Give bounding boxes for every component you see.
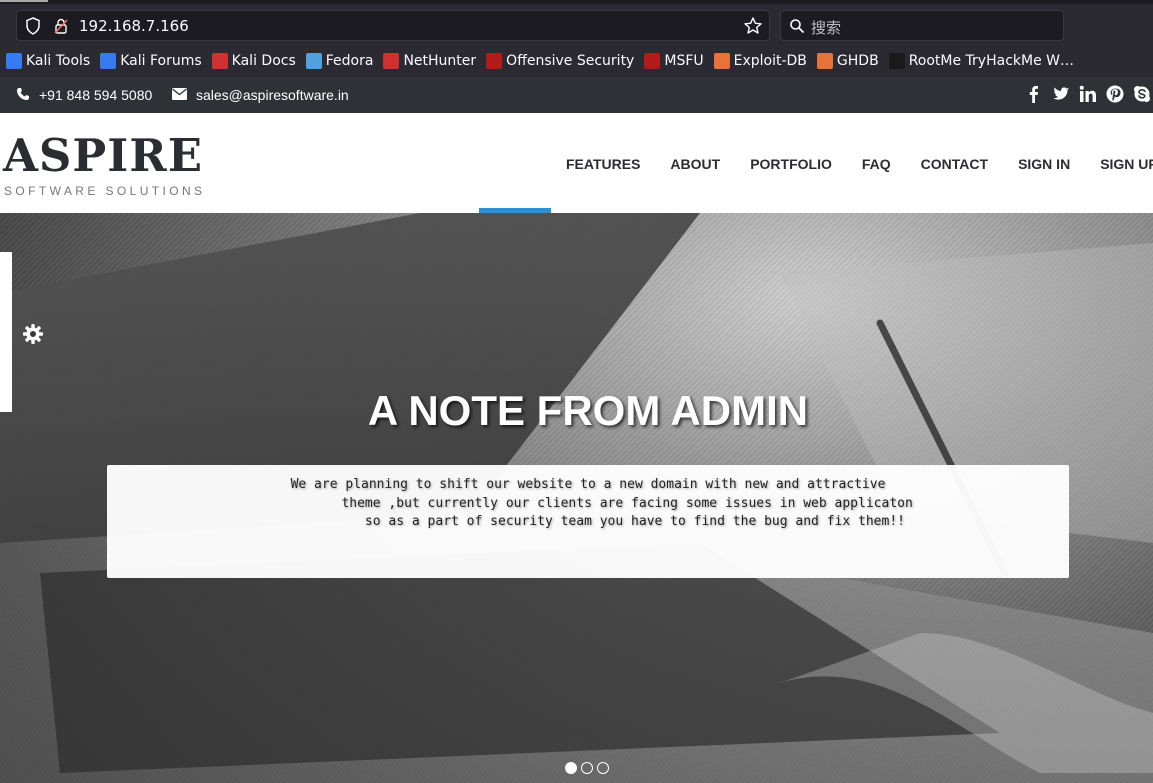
search-bar[interactable]: 搜索 — [780, 10, 1064, 41]
shield-icon[interactable] — [25, 17, 41, 35]
bookmark-favicon-icon — [305, 53, 322, 69]
bookmark-item[interactable]: Offensive Security — [486, 53, 634, 69]
bookmark-item[interactable]: Kali Forums — [100, 53, 202, 69]
bookmark-star-icon[interactable] — [743, 16, 763, 36]
admin-note-text: We are planning to shift our website to … — [107, 476, 1069, 532]
linkedin-icon[interactable] — [1079, 85, 1097, 103]
main-nav: FEATURES ABOUT PORTFOLIO FAQ CONTACT SIGN IN S… — [566, 156, 1153, 172]
site-topbar: +91 848 594 5080 sales@aspiresoftware.in — [0, 77, 1153, 113]
bookmark-label: Kali Forums — [120, 53, 202, 69]
bookmark-favicon-icon — [888, 53, 905, 69]
bookmark-label: GHDB — [836, 53, 879, 69]
bookmark-item[interactable]: MSFU — [644, 53, 704, 69]
search-placeholder[interactable]: 搜索 — [811, 17, 841, 38]
contact-phone: +91 848 594 5080 — [39, 87, 153, 103]
nav-link-features[interactable]: FEATURES — [566, 156, 640, 172]
hero-slider: A NOTE FROM ADMIN We are planning to shi… — [0, 213, 1153, 783]
bookmark-favicon-icon — [6, 53, 22, 69]
bookmark-label: Kali Tools — [26, 53, 91, 69]
skype-icon[interactable] — [1133, 85, 1151, 103]
pinterest-icon[interactable] — [1106, 85, 1124, 103]
bookmark-favicon-icon — [713, 53, 730, 69]
slider-pagination — [565, 762, 613, 774]
bookmark-item[interactable]: Fedora — [305, 53, 374, 69]
envelope-icon — [172, 88, 187, 100]
hero-title: A NOTE FROM ADMIN — [367, 387, 809, 434]
bookmarks-toolbar: Kali Tools Kali Forums Kali Docs Fedora NetH… — [0, 48, 1153, 74]
bookmark-label: Exploit-DB — [733, 53, 807, 69]
nav-link-sign-in[interactable]: SIGN IN — [1018, 156, 1070, 172]
bookmark-label: Kali Docs — [231, 53, 296, 69]
admin-note-line: theme ,but currently our clients are fac… — [263, 495, 913, 511]
nav-link-contact[interactable]: CONTACT — [921, 156, 988, 172]
facebook-icon[interactable] — [1025, 85, 1043, 103]
bookmark-favicon-icon — [383, 53, 400, 69]
nav-link-faq[interactable]: FAQ — [862, 156, 891, 172]
nav-link-portfolio[interactable]: PORTFOLIO — [750, 156, 832, 172]
bookmark-item[interactable]: Exploit-DB — [713, 53, 807, 69]
social-links — [1016, 85, 1151, 103]
slider-dot[interactable] — [565, 762, 577, 774]
bookmark-label: Fedora — [325, 53, 374, 69]
gear-icon[interactable] — [22, 323, 44, 345]
bookmark-favicon-icon — [100, 53, 117, 69]
bookmark-label: Offensive Security — [506, 53, 635, 69]
browser-toolbar: 192.168.7.166 搜索 Kali Tools Kali Forums Ka… — [0, 0, 1153, 77]
slider-dot[interactable] — [581, 762, 593, 774]
bookmark-favicon-icon — [486, 53, 503, 69]
site-tagline: SOFTWARE SOLUTIONS — [4, 184, 206, 198]
bookmark-label: MSFU — [664, 53, 704, 69]
url-bar[interactable]: 192.168.7.166 — [16, 10, 770, 41]
lock-insecure-icon[interactable] — [53, 17, 69, 35]
nav-link-about[interactable]: ABOUT — [670, 156, 720, 172]
active-tab-indicator[interactable] — [0, 0, 48, 2]
contact-email[interactable]: sales@aspiresoftware.in — [196, 87, 349, 103]
phone-icon — [17, 88, 29, 100]
bookmark-favicon-icon — [816, 53, 833, 69]
url-text[interactable]: 192.168.7.166 — [79, 17, 189, 35]
bookmark-item[interactable]: RootMe TryHackMe W… — [888, 53, 1074, 69]
slider-dot[interactable] — [597, 762, 609, 774]
bookmark-item[interactable]: GHDB — [816, 53, 879, 69]
site-logo[interactable]: ASPIRE — [3, 129, 203, 182]
bookmark-label: RootMe TryHackMe W… — [908, 53, 1074, 69]
bookmark-favicon-icon — [211, 53, 228, 69]
admin-note-line: so as a part of security team you have t… — [271, 514, 905, 529]
nav-link-sign-up[interactable]: SIGN UP — [1100, 156, 1153, 172]
bookmark-favicon-icon — [644, 53, 661, 69]
bookmark-item[interactable]: Kali Tools — [6, 53, 90, 69]
twitter-icon[interactable] — [1052, 85, 1070, 103]
tab-strip — [0, 0, 1153, 4]
bookmark-label: NetHunter — [403, 53, 477, 69]
search-icon — [790, 19, 805, 34]
admin-note-box: We are planning to shift our website to … — [107, 465, 1069, 578]
admin-note-line: We are planning to shift our website to … — [290, 477, 886, 492]
site-navbar: ASPIRE SOFTWARE SOLUTIONS FEATURES ABOUT P… — [0, 113, 1153, 213]
bookmark-item[interactable]: Kali Docs — [211, 53, 296, 69]
bookmark-item[interactable]: NetHunter — [383, 53, 476, 69]
